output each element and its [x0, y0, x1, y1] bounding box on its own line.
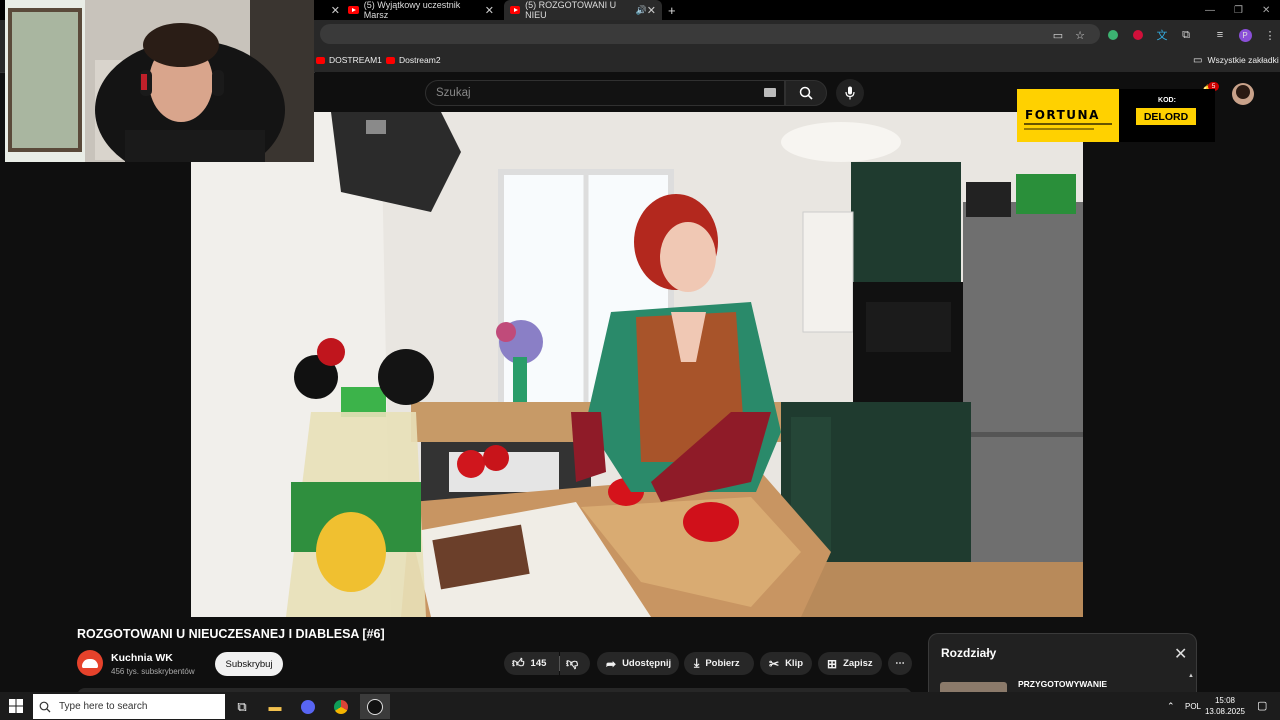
account-avatar[interactable]: [1232, 83, 1254, 105]
chapter-item-label[interactable]: PRZYGOTOWYWANIE: [1018, 679, 1107, 689]
fortuna-ad-banner[interactable]: FORTUNA: [1017, 89, 1119, 142]
taskbar-clock[interactable]: 15:08 13.08.2025: [1200, 695, 1250, 717]
extension-translate-icon[interactable]: 文: [1155, 28, 1169, 42]
chapters-title: Rozdziały: [941, 646, 997, 660]
channel-name[interactable]: Kuchnia WK: [111, 652, 173, 664]
window-close-icon[interactable]: ✕: [1262, 0, 1270, 20]
obs-icon[interactable]: [361, 694, 389, 719]
download-icon: ⤓: [694, 656, 700, 670]
bookmark-dostream2[interactable]: Dostream2: [386, 48, 441, 72]
search-icon: [799, 86, 813, 100]
fortuna-logo: FORTUNA: [1025, 108, 1100, 122]
bookmark-star-icon[interactable]: ☆: [1073, 28, 1087, 42]
extension-red-icon[interactable]: [1131, 28, 1145, 42]
promo-code-label: KOD:: [1158, 97, 1176, 104]
folder-icon: ▭: [1193, 54, 1203, 66]
share-icon: ➦: [606, 656, 617, 671]
close-icon[interactable]: ✕: [331, 4, 340, 17]
all-bookmarks[interactable]: ▭ Wszystkie zakładki: [1193, 48, 1279, 72]
voice-search-button[interactable]: [836, 79, 864, 107]
video-title: ROZGOTOWANI U NIEUCZESANEJ I DIABLESA [#…: [77, 627, 385, 641]
download-button[interactable]: ⤓ Pobierz: [684, 652, 754, 675]
save-button[interactable]: ⊞ Zapisz: [818, 652, 882, 675]
minimize-icon[interactable]: —: [1205, 0, 1215, 20]
scissors-icon: ✂: [769, 656, 780, 671]
ad-divider: [1024, 123, 1112, 125]
language-indicator[interactable]: POL: [1185, 702, 1201, 711]
taskbar-search-input[interactable]: Type here to search: [33, 694, 225, 719]
more-icon: ⋯: [895, 658, 905, 669]
promo-code-box: KOD: DELORD: [1119, 89, 1215, 142]
extension-chat-icon[interactable]: [1106, 28, 1120, 42]
thumbs-down-icon: 👎︎: [566, 656, 579, 670]
youtube-icon: [510, 6, 521, 14]
tab-label: (5) Wyjątkowy uczestnik Marsz: [363, 0, 461, 20]
video-frame-kitchen-scene: [191, 112, 1083, 617]
cast-icon[interactable]: ▭: [1051, 28, 1065, 42]
webcam-overlay: [5, 0, 314, 162]
close-icon[interactable]: ✕: [1174, 644, 1187, 664]
youtube-icon: [348, 6, 359, 14]
search-button[interactable]: [785, 80, 827, 106]
clock-time: 15:08: [1214, 696, 1236, 705]
promo-code: DELORD: [1136, 108, 1196, 125]
thumbs-up-icon: 👍︎: [512, 656, 525, 670]
clock-date: 13.08.2025: [1204, 707, 1246, 716]
tab-rozgotowani[interactable]: (5) ROZGOTOWANI U NIEU 🔊 ✕: [504, 0, 662, 20]
address-bar[interactable]: [320, 24, 1100, 44]
task-view-icon[interactable]: ⧉: [228, 694, 256, 719]
microphone-icon: [845, 86, 855, 100]
keyboard-icon[interactable]: [764, 88, 776, 97]
scroll-up-arrow-icon[interactable]: ▲: [1188, 673, 1194, 679]
chrome-icon[interactable]: [327, 694, 355, 719]
speaker-icon[interactable]: 🔊: [636, 5, 647, 16]
video-player[interactable]: [191, 112, 1083, 617]
search-input[interactable]: Szukaj: [425, 80, 785, 106]
close-icon[interactable]: ✕: [485, 4, 494, 17]
close-icon[interactable]: ✕: [647, 4, 656, 17]
tab-close-prev[interactable]: ✕: [318, 0, 340, 20]
dislike-button[interactable]: 👎︎: [560, 652, 590, 675]
more-actions-button[interactable]: ⋯: [888, 652, 912, 675]
youtube-icon: [316, 56, 325, 64]
webcam-feed: [5, 0, 314, 162]
clip-button[interactable]: ✂ Klip: [760, 652, 812, 675]
channel-subscribers: 456 tys. subskrybentów: [111, 667, 195, 676]
profile-avatar[interactable]: P: [1238, 28, 1252, 42]
ad-fineprint: [1024, 128, 1094, 130]
youtube-icon: [386, 56, 395, 64]
like-button[interactable]: 👍︎ 145: [504, 652, 559, 675]
share-button[interactable]: ➦ Udostępnij: [597, 652, 679, 675]
windows-start-icon[interactable]: [8, 698, 24, 714]
restore-icon[interactable]: ❐: [1234, 0, 1243, 20]
extensions-puzzle-icon[interactable]: ⧉: [1179, 28, 1193, 42]
tray-chevron-icon[interactable]: ⌃: [1167, 701, 1175, 712]
save-playlist-icon: ⊞: [827, 656, 838, 671]
channel-avatar[interactable]: [77, 650, 103, 676]
notification-center-icon[interactable]: ▢: [1257, 699, 1267, 712]
subscribe-button[interactable]: Subskrybuj: [215, 652, 283, 676]
tab-label: (5) ROZGOTOWANI U NIEU: [525, 0, 617, 20]
media-control-icon[interactable]: ≡: [1213, 28, 1227, 42]
search-icon: [39, 701, 51, 712]
discord-icon[interactable]: [294, 694, 322, 719]
browser-menu-icon[interactable]: ⋮: [1263, 28, 1277, 42]
bookmark-dostream1[interactable]: DOSTREAM1: [316, 48, 382, 72]
new-tab-button[interactable]: +: [668, 0, 676, 20]
tab-wyjatkowy[interactable]: (5) Wyjątkowy uczestnik Marsz ✕: [348, 0, 494, 20]
file-explorer-icon[interactable]: ▬: [261, 694, 289, 719]
